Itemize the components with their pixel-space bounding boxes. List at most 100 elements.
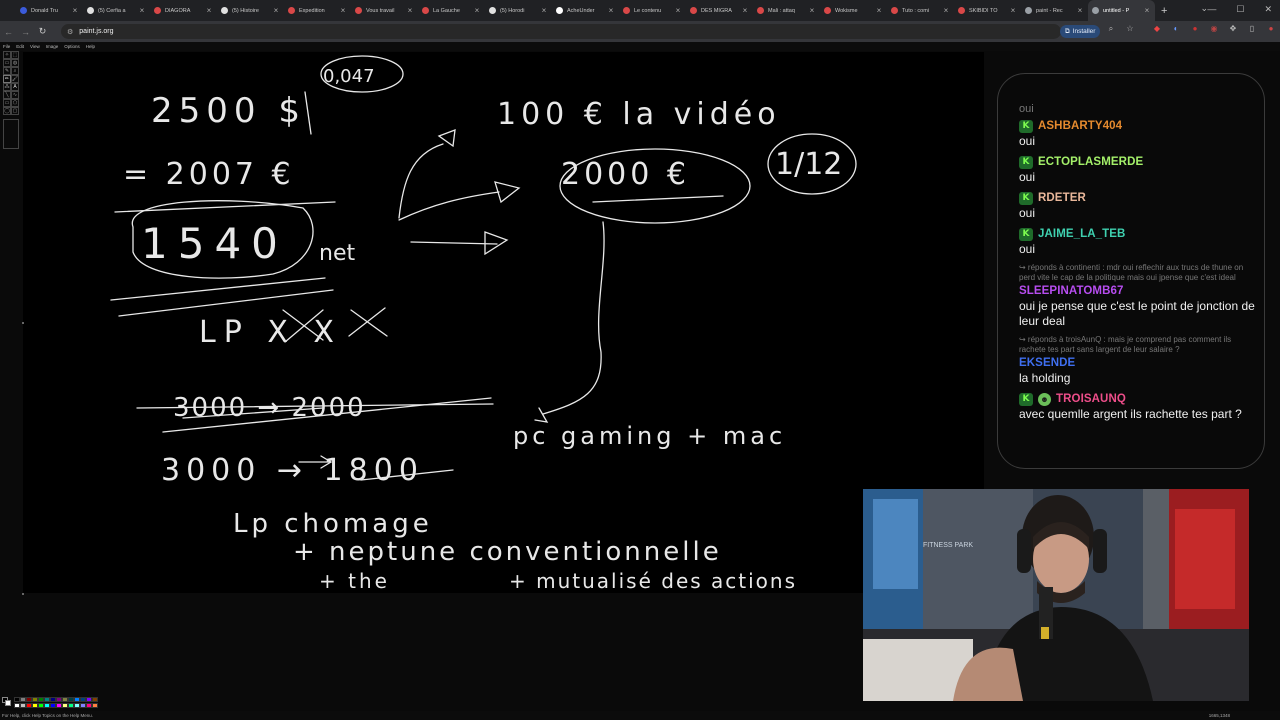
address-bar[interactable]: ⚙ paint.js.org <box>61 24 1061 39</box>
rectangle-tool[interactable]: ▭ <box>3 99 11 107</box>
sidebar-icon[interactable]: ▯ <box>1247 24 1257 34</box>
browser-tab[interactable]: Expedition × <box>284 0 351 21</box>
resize-handle-bottom[interactable] <box>22 593 24 595</box>
palette-swatch[interactable] <box>92 697 98 702</box>
back-button[interactable]: ← <box>0 27 17 37</box>
eraser-tool[interactable]: ▭ <box>3 59 11 67</box>
tab-close-icon[interactable]: × <box>540 6 548 15</box>
close-window-button[interactable]: ✕ <box>1264 4 1272 15</box>
tab-title: (5) Histoire <box>232 7 259 14</box>
chat-username[interactable]: ASHBARTY404 <box>1038 120 1122 132</box>
browser-tab[interactable]: Wokisme × <box>820 0 887 21</box>
polygon-tool[interactable]: ⬠ <box>11 99 19 107</box>
kick-badge-icon: K <box>1019 392 1033 406</box>
bookmark-star-icon[interactable]: ☆ <box>1125 24 1135 34</box>
tab-close-icon[interactable]: × <box>339 6 347 15</box>
select-tool[interactable]: ⬚ <box>11 51 19 59</box>
chat-username[interactable]: ECTOPLASMERDE <box>1038 156 1143 168</box>
tab-close-icon[interactable]: × <box>272 6 280 15</box>
browser-tab[interactable]: Mali : attaq × <box>753 0 820 21</box>
free-select-tool[interactable]: ✧ <box>3 51 11 59</box>
search-icon[interactable]: ⌕ <box>1106 24 1116 34</box>
browser-tab[interactable]: La Gauche × <box>418 0 485 21</box>
browser-tab[interactable]: (5) Histoire × <box>217 0 284 21</box>
menu-item-view[interactable]: View <box>30 44 40 49</box>
tab-close-icon[interactable]: × <box>205 6 213 15</box>
maximize-button[interactable]: ☐ <box>1236 4 1244 15</box>
chat-username[interactable]: JAIME_LA_TEB <box>1038 228 1125 240</box>
tab-title: Tuto : comi <box>902 7 929 14</box>
browser-tab[interactable]: DES MIGRA × <box>686 0 753 21</box>
magnifier-tool[interactable]: ⌕ <box>11 67 19 75</box>
kick-badge-icon: K <box>1019 227 1033 241</box>
tab-close-icon[interactable]: × <box>942 6 950 15</box>
browser-tab[interactable]: untitled - P × <box>1088 0 1155 21</box>
tab-close-icon[interactable]: × <box>607 6 615 15</box>
tab-close-icon[interactable]: × <box>473 6 481 15</box>
text-tool[interactable]: A <box>11 83 19 91</box>
text-2500: 2500 $ <box>151 91 306 131</box>
browser-tab[interactable]: SKIBIDI TO × <box>954 0 1021 21</box>
browser-tab[interactable]: paint - Rec × <box>1021 0 1088 21</box>
site-info-icon[interactable]: ⚙ <box>67 28 73 36</box>
extensions-puzzle-icon[interactable]: ✥ <box>1228 24 1238 34</box>
line-tool[interactable]: ╲ <box>3 91 11 99</box>
new-tab-button[interactable]: + <box>1161 5 1167 17</box>
browser-tab[interactable]: DIAGORA × <box>150 0 217 21</box>
text-1540: 1540 <box>141 219 288 268</box>
minimize-button[interactable]: — <box>1207 4 1216 15</box>
tab-close-icon[interactable]: × <box>138 6 146 15</box>
tab-title: DIAGORA <box>165 7 191 14</box>
tab-close-icon[interactable]: × <box>1076 6 1084 15</box>
color-picker-tool[interactable]: ✎ <box>3 67 11 75</box>
browser-tab[interactable]: Tuto : comi × <box>887 0 954 21</box>
tab-close-icon[interactable]: × <box>741 6 749 15</box>
browser-tab[interactable]: (5) Cerfia a × <box>83 0 150 21</box>
reload-button[interactable]: ↻ <box>34 26 51 37</box>
palette-swatch[interactable] <box>92 702 98 708</box>
browser-tab[interactable]: AcheUnder × <box>552 0 619 21</box>
extension-icon-2[interactable]: ◐ <box>1171 24 1181 34</box>
browser-tab[interactable]: Le contenu × <box>619 0 686 21</box>
menu-item-image[interactable]: Image <box>46 44 59 49</box>
chat-username[interactable]: TROISAUNQ <box>1056 393 1126 405</box>
browser-tab[interactable]: Vous travail × <box>351 0 418 21</box>
tab-close-icon[interactable]: × <box>406 6 414 15</box>
browser-tab[interactable]: (5) Horodi × <box>485 0 552 21</box>
tab-close-icon[interactable]: × <box>674 6 682 15</box>
chat-username[interactable]: RDETER <box>1038 192 1086 204</box>
menu-item-edit[interactable]: Edit <box>16 44 24 49</box>
forward-button[interactable]: → <box>17 27 34 37</box>
browser-tab-strip: Donald Tru × (5) Cerfia a × DIAGORA × (5) Hist… <box>0 0 1280 21</box>
extension-icon[interactable]: ◆ <box>1152 24 1162 34</box>
airbrush-tool[interactable]: ⁂ <box>3 83 11 91</box>
chat-username[interactable]: SLEEPINATOMB67 <box>1019 285 1124 297</box>
tab-close-icon[interactable]: × <box>1143 6 1151 15</box>
tab-close-icon[interactable]: × <box>808 6 816 15</box>
pencil-tool[interactable]: ✏ <box>3 75 11 83</box>
install-app-button[interactable]: ⧉ Installer <box>1060 25 1101 38</box>
ellipse-tool[interactable]: ◯ <box>3 107 11 115</box>
menu-item-options[interactable]: Options <box>64 44 80 49</box>
text-100-video: 100 € la vidéo <box>497 97 781 132</box>
profile-avatar[interactable]: ● <box>1266 24 1276 34</box>
browser-tab[interactable]: Donald Tru × <box>16 0 83 21</box>
resize-handle[interactable] <box>22 322 24 324</box>
fill-tool[interactable]: ◍ <box>11 59 19 67</box>
brush-tool[interactable]: 🖌 <box>11 75 19 83</box>
menu-item-help[interactable]: Help <box>86 44 95 49</box>
extension-icon-3[interactable]: ● <box>1190 24 1200 34</box>
drawing-canvas[interactable]: 0,047 2500 $ = 2007 € 1540 net 100 € la … <box>23 52 984 593</box>
tool-options-box[interactable] <box>3 119 19 149</box>
extension-icon-4[interactable]: ◉ <box>1209 24 1219 34</box>
curve-tool[interactable]: ∿ <box>11 91 19 99</box>
rounded-rect-tool[interactable]: ▢ <box>11 107 19 115</box>
tab-close-icon[interactable]: × <box>1009 6 1017 15</box>
menu-item-file[interactable]: File <box>3 44 10 49</box>
tab-favicon-icon <box>20 7 27 14</box>
current-colors[interactable] <box>2 697 12 707</box>
chat-username[interactable]: EKSENDE <box>1019 357 1075 369</box>
tab-close-icon[interactable]: × <box>875 6 883 15</box>
paint-toolbox: ✧ ⬚ ▭ ◍ ✎ ⌕ ✏ 🖌 ⁂ A ╲ ∿ ▭ ⬠ ◯ ▢ <box>0 51 21 151</box>
tab-close-icon[interactable]: × <box>71 6 79 15</box>
